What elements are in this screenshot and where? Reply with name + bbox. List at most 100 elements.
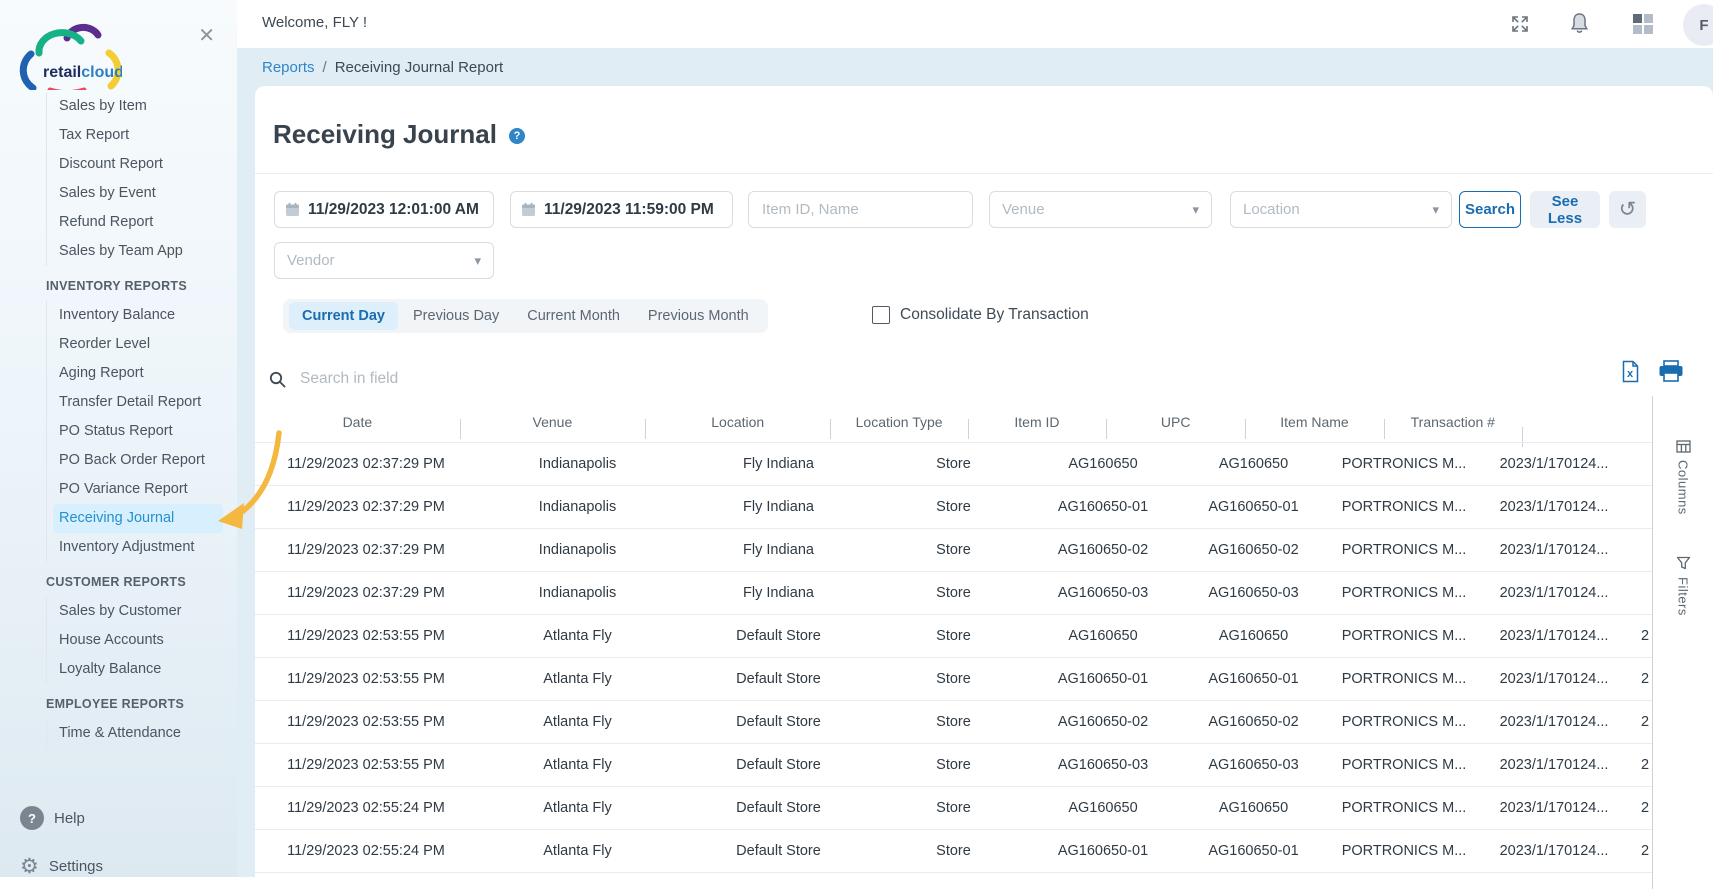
avatar[interactable]: F (1683, 4, 1713, 46)
sidebar-item-reorder-level[interactable]: Reorder Level (59, 330, 227, 359)
table-cell: PORTRONICS M... (1341, 456, 1467, 472)
sidebar-item-tax-report[interactable]: Tax Report (59, 121, 227, 150)
table-cell: AG160650-01 (1208, 843, 1299, 859)
table-row[interactable]: 11/29/2023 02:37:29 PM Indianapolis Fly In… (255, 529, 1652, 572)
table-cell: 11/29/2023 02:37:29 PM (287, 542, 445, 558)
table-row[interactable]: 11/29/2023 02:37:29 PM Indianapolis Fly In… (255, 486, 1652, 529)
tab-previous-month[interactable]: Previous Month (635, 302, 762, 330)
table-cell: Default Store (736, 714, 821, 730)
table-cell: Store (936, 757, 971, 773)
sidebar-item-inventory-balance[interactable]: Inventory Balance (59, 301, 227, 330)
end-datetime-field[interactable]: 11/29/2023 11:59:00 PM (510, 191, 733, 228)
notifications-bell-icon[interactable] (1569, 12, 1590, 35)
column-header-date[interactable]: Date (255, 414, 460, 430)
sidebar-item-loyalty-balance[interactable]: Loyalty Balance (59, 655, 227, 684)
table-cell: 2 (1641, 714, 1650, 730)
table-cell: AG160650-01 (1208, 671, 1299, 687)
column-header-transaction[interactable]: Transaction # (1383, 414, 1522, 439)
nav-group: Time & Attendance (46, 719, 227, 748)
excel-export-icon[interactable]: x (1620, 360, 1641, 383)
table-cell: 11/29/2023 02:53:55 PM (287, 757, 445, 773)
table-cell: AG160650-02 (1057, 714, 1149, 730)
venue-select[interactable]: Venue ▾ (989, 191, 1212, 228)
table-cell: 2 (1641, 757, 1650, 773)
vendor-placeholder: Vendor (287, 252, 335, 269)
columns-panel-toggle[interactable]: Columns (1653, 440, 1713, 515)
table-cell: 11/29/2023 02:55:24 PM (287, 800, 445, 816)
table-row[interactable]: 11/29/2023 02:55:24 PM Atlanta Fly Default… (255, 787, 1652, 830)
sidebar-close-icon[interactable]: ✕ (198, 26, 215, 46)
see-less-button[interactable]: See Less (1530, 191, 1600, 228)
nav-group: Inventory Balance Reorder Level Aging Repo… (46, 301, 227, 562)
table-cell: Atlanta Fly (543, 671, 612, 687)
sidebar-item-po-variance-report[interactable]: PO Variance Report (59, 475, 227, 504)
sidebar-item-refund-report[interactable]: Refund Report (59, 208, 227, 237)
consolidate-by-transaction[interactable]: Consolidate By Transaction (872, 306, 1089, 324)
location-select[interactable]: Location ▾ (1230, 191, 1452, 228)
column-header-item-id[interactable]: Item ID (967, 414, 1106, 439)
column-header-upc[interactable]: UPC (1106, 414, 1245, 439)
tab-current-month[interactable]: Current Month (514, 302, 633, 330)
reset-filters-button[interactable]: ↺ (1609, 191, 1646, 228)
sidebar-nav: Sales by Item Tax Report Discount Report Sa… (0, 92, 237, 748)
help-icon: ? (20, 806, 44, 830)
sidebar-item-time-attendance[interactable]: Time & Attendance (59, 719, 227, 748)
table-row[interactable]: 11/29/2023 02:55:24 PM Atlanta Fly Default… (255, 830, 1652, 873)
nav-section-inventory-reports: INVENTORY REPORTS (46, 279, 188, 293)
sidebar-item-sales-by-event[interactable]: Sales by Event (59, 179, 227, 208)
table-cell: 2 (1641, 800, 1650, 816)
column-header-location-type[interactable]: Location Type (830, 414, 967, 439)
search-button[interactable]: Search (1459, 191, 1521, 228)
tab-previous-day[interactable]: Previous Day (400, 302, 512, 330)
breadcrumb-reports-link[interactable]: Reports (262, 59, 315, 76)
sidebar-item-sales-by-team-app[interactable]: Sales by Team App (59, 237, 227, 266)
sidebar-item-transfer-detail-report[interactable]: Transfer Detail Report (59, 388, 227, 417)
title-help-icon[interactable]: ? (508, 128, 525, 144)
fullscreen-icon[interactable] (1510, 14, 1530, 34)
page-title: Receiving Journal (273, 119, 497, 149)
table-cell: 11/29/2023 02:37:29 PM (287, 499, 445, 515)
table-cell: 2023/1/170124... (1499, 628, 1609, 644)
svg-text:retailcloud: retailcloud (43, 64, 122, 81)
column-header-item-name[interactable]: Item Name (1245, 414, 1383, 439)
sidebar-item-inventory-adjustment[interactable]: Inventory Adjustment (59, 533, 227, 562)
table-row[interactable]: 11/29/2023 02:37:29 PM Indianapolis Fly In… (255, 572, 1652, 615)
column-header-venue[interactable]: Venue (459, 414, 645, 439)
column-header-location[interactable]: Location (645, 414, 830, 439)
table-cell: 11/29/2023 02:37:29 PM (287, 585, 445, 601)
table-row[interactable]: 11/29/2023 02:53:55 PM Atlanta Fly Default… (255, 615, 1652, 658)
table-row[interactable]: 11/29/2023 02:53:55 PM Atlanta Fly Default… (255, 744, 1652, 787)
vendor-select[interactable]: Vendor ▾ (274, 242, 494, 279)
item-id-name-input[interactable] (749, 201, 972, 218)
table-cell: PORTRONICS M... (1341, 843, 1467, 859)
nav-group: Sales by Customer House Accounts Loyalty B… (46, 597, 227, 684)
table-cell: 2023/1/170124... (1499, 714, 1609, 730)
sidebar-item-sales-by-customer[interactable]: Sales by Customer (59, 597, 227, 626)
sidebar-item-sales-by-item[interactable]: Sales by Item (59, 92, 227, 121)
table-search-input[interactable] (298, 369, 1369, 389)
table-row[interactable]: 11/29/2023 02:53:55 PM Atlanta Fly Default… (255, 701, 1652, 744)
table-row[interactable]: 11/29/2023 02:53:55 PM Atlanta Fly Default… (255, 658, 1652, 701)
sidebar-item-receiving-journal[interactable]: Receiving Journal (53, 504, 223, 533)
print-icon[interactable] (1658, 360, 1684, 383)
filters-panel-toggle[interactable]: Filters (1653, 556, 1713, 616)
settings-link[interactable]: ⚙ Settings (20, 856, 103, 877)
table-cell: Atlanta Fly (543, 757, 612, 773)
tab-current-day[interactable]: Current Day (289, 302, 398, 330)
table-cell: PORTRONICS M... (1341, 714, 1467, 730)
sidebar-item-po-status-report[interactable]: PO Status Report (59, 417, 227, 446)
table-cell: AG160650-03 (1208, 585, 1299, 601)
sidebar-item-po-back-order-report[interactable]: PO Back Order Report (59, 446, 227, 475)
breadcrumb: Reports / Receiving Journal Report (262, 48, 503, 86)
table-row[interactable]: 11/29/2023 02:37:29 PM Indianapolis Fly In… (255, 442, 1652, 486)
sidebar-item-aging-report[interactable]: Aging Report (59, 359, 227, 388)
apps-grid-icon[interactable] (1632, 13, 1654, 35)
start-datetime-field[interactable]: 11/29/2023 12:01:00 AM (274, 191, 494, 228)
divider (255, 173, 1713, 174)
consolidate-checkbox[interactable] (872, 306, 890, 324)
help-link[interactable]: ? Help (20, 806, 85, 830)
sidebar-item-discount-report[interactable]: Discount Report (59, 150, 227, 179)
gear-icon: ⚙ (20, 855, 39, 878)
sidebar-item-house-accounts[interactable]: House Accounts (59, 626, 227, 655)
table-cell: AG160650-02 (1208, 542, 1299, 558)
